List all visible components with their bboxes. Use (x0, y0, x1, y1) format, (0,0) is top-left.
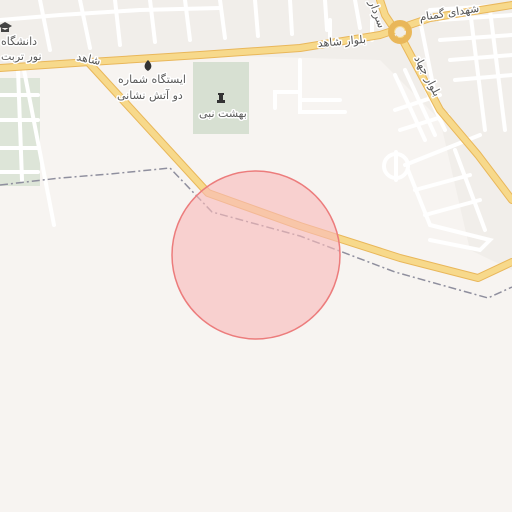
fire-station-label-line1: ایستگاه شماره (118, 73, 186, 86)
noor-torbat-label: نور تربت (1, 50, 42, 63)
main-roundabout-center (395, 27, 405, 37)
university-label: دانشگاه (1, 35, 37, 48)
map-view[interactable]: بلوار شاهد شاهد شهدای گمنام سردار بلوار … (0, 0, 512, 512)
fire-station-label-line2: دو آتش نشانی (117, 88, 183, 102)
location-accuracy-circle[interactable] (171, 170, 341, 340)
behesht-nabi-label: بهشت نبی (199, 107, 247, 120)
